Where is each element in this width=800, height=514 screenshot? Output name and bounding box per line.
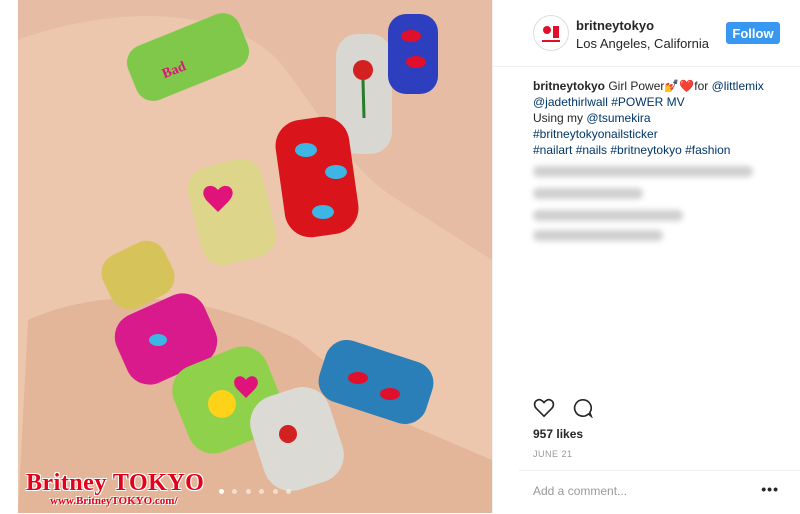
follow-button[interactable]: Follow <box>726 22 780 44</box>
hashtags[interactable]: #nailart #nails #britneytokyo #fashion <box>533 143 730 157</box>
caption-line-5: #nailart #nails #britneytokyo #fashion <box>533 142 795 158</box>
mention-tsumekira[interactable]: @tsumekira <box>586 111 650 125</box>
nail-art-image: Bad <box>18 0 492 513</box>
post-photo[interactable]: Bad Britney TOKYO www.BritneyTOKYO.com/ <box>18 0 492 513</box>
carousel-dot[interactable] <box>286 489 292 494</box>
carousel-dot[interactable] <box>272 489 278 494</box>
blurred-comment <box>533 210 683 221</box>
avatar-logo-icon <box>535 17 567 49</box>
post-actions <box>533 398 594 423</box>
comment-bar: Add a comment... ••• <box>519 470 800 514</box>
carousel-dot[interactable] <box>259 489 265 494</box>
carousel-dot[interactable] <box>218 489 224 494</box>
mention-jadethirlwall[interactable]: @jadethirlwall <box>533 95 608 109</box>
blurred-comment <box>533 166 753 177</box>
caption-line-1: britneytokyo Girl Power💅❤️for @littlemix <box>533 78 795 94</box>
caption-line-2: @jadethirlwall #POWER MV <box>533 94 795 110</box>
caption-line-4: #britneytokyonailsticker <box>533 126 795 142</box>
post-sidebar: britneytokyo Los Angeles, California Fol… <box>492 0 800 513</box>
nail-blue-lips <box>388 14 438 94</box>
post-caption: britneytokyo Girl Power💅❤️for @littlemix… <box>533 78 795 158</box>
hashtag-power[interactable]: #POWER MV <box>608 95 684 109</box>
header-location[interactable]: Los Angeles, California <box>576 36 709 51</box>
carousel-dot[interactable] <box>245 489 251 494</box>
post-date: JUNE 21 <box>533 449 573 459</box>
hashtag-sticker[interactable]: #britneytokyonailsticker <box>533 127 658 141</box>
like-count[interactable]: 957 likes <box>533 427 583 441</box>
carousel-dots <box>18 481 492 499</box>
heart-icon[interactable] <box>533 398 555 423</box>
mention-littlemix[interactable]: @littlemix <box>712 79 764 93</box>
caption-username[interactable]: britneytokyo <box>533 79 605 93</box>
header-username[interactable]: britneytokyo <box>576 18 654 33</box>
carousel-dot[interactable] <box>232 489 238 494</box>
blurred-comment <box>533 188 643 199</box>
comment-input[interactable]: Add a comment... <box>533 484 627 498</box>
caption-emoji: 💅❤️ <box>664 79 695 93</box>
comment-icon[interactable] <box>573 398 594 423</box>
caption-text: Girl Power <box>605 79 665 93</box>
more-options-icon[interactable]: ••• <box>761 481 779 497</box>
caption-for: for <box>694 79 712 93</box>
blurred-comment <box>533 230 663 241</box>
caption-using: Using my <box>533 111 587 125</box>
caption-line-3: Using my @tsumekira <box>533 110 795 126</box>
post-header: britneytokyo Los Angeles, California Fol… <box>493 0 800 67</box>
avatar[interactable] <box>533 15 569 51</box>
